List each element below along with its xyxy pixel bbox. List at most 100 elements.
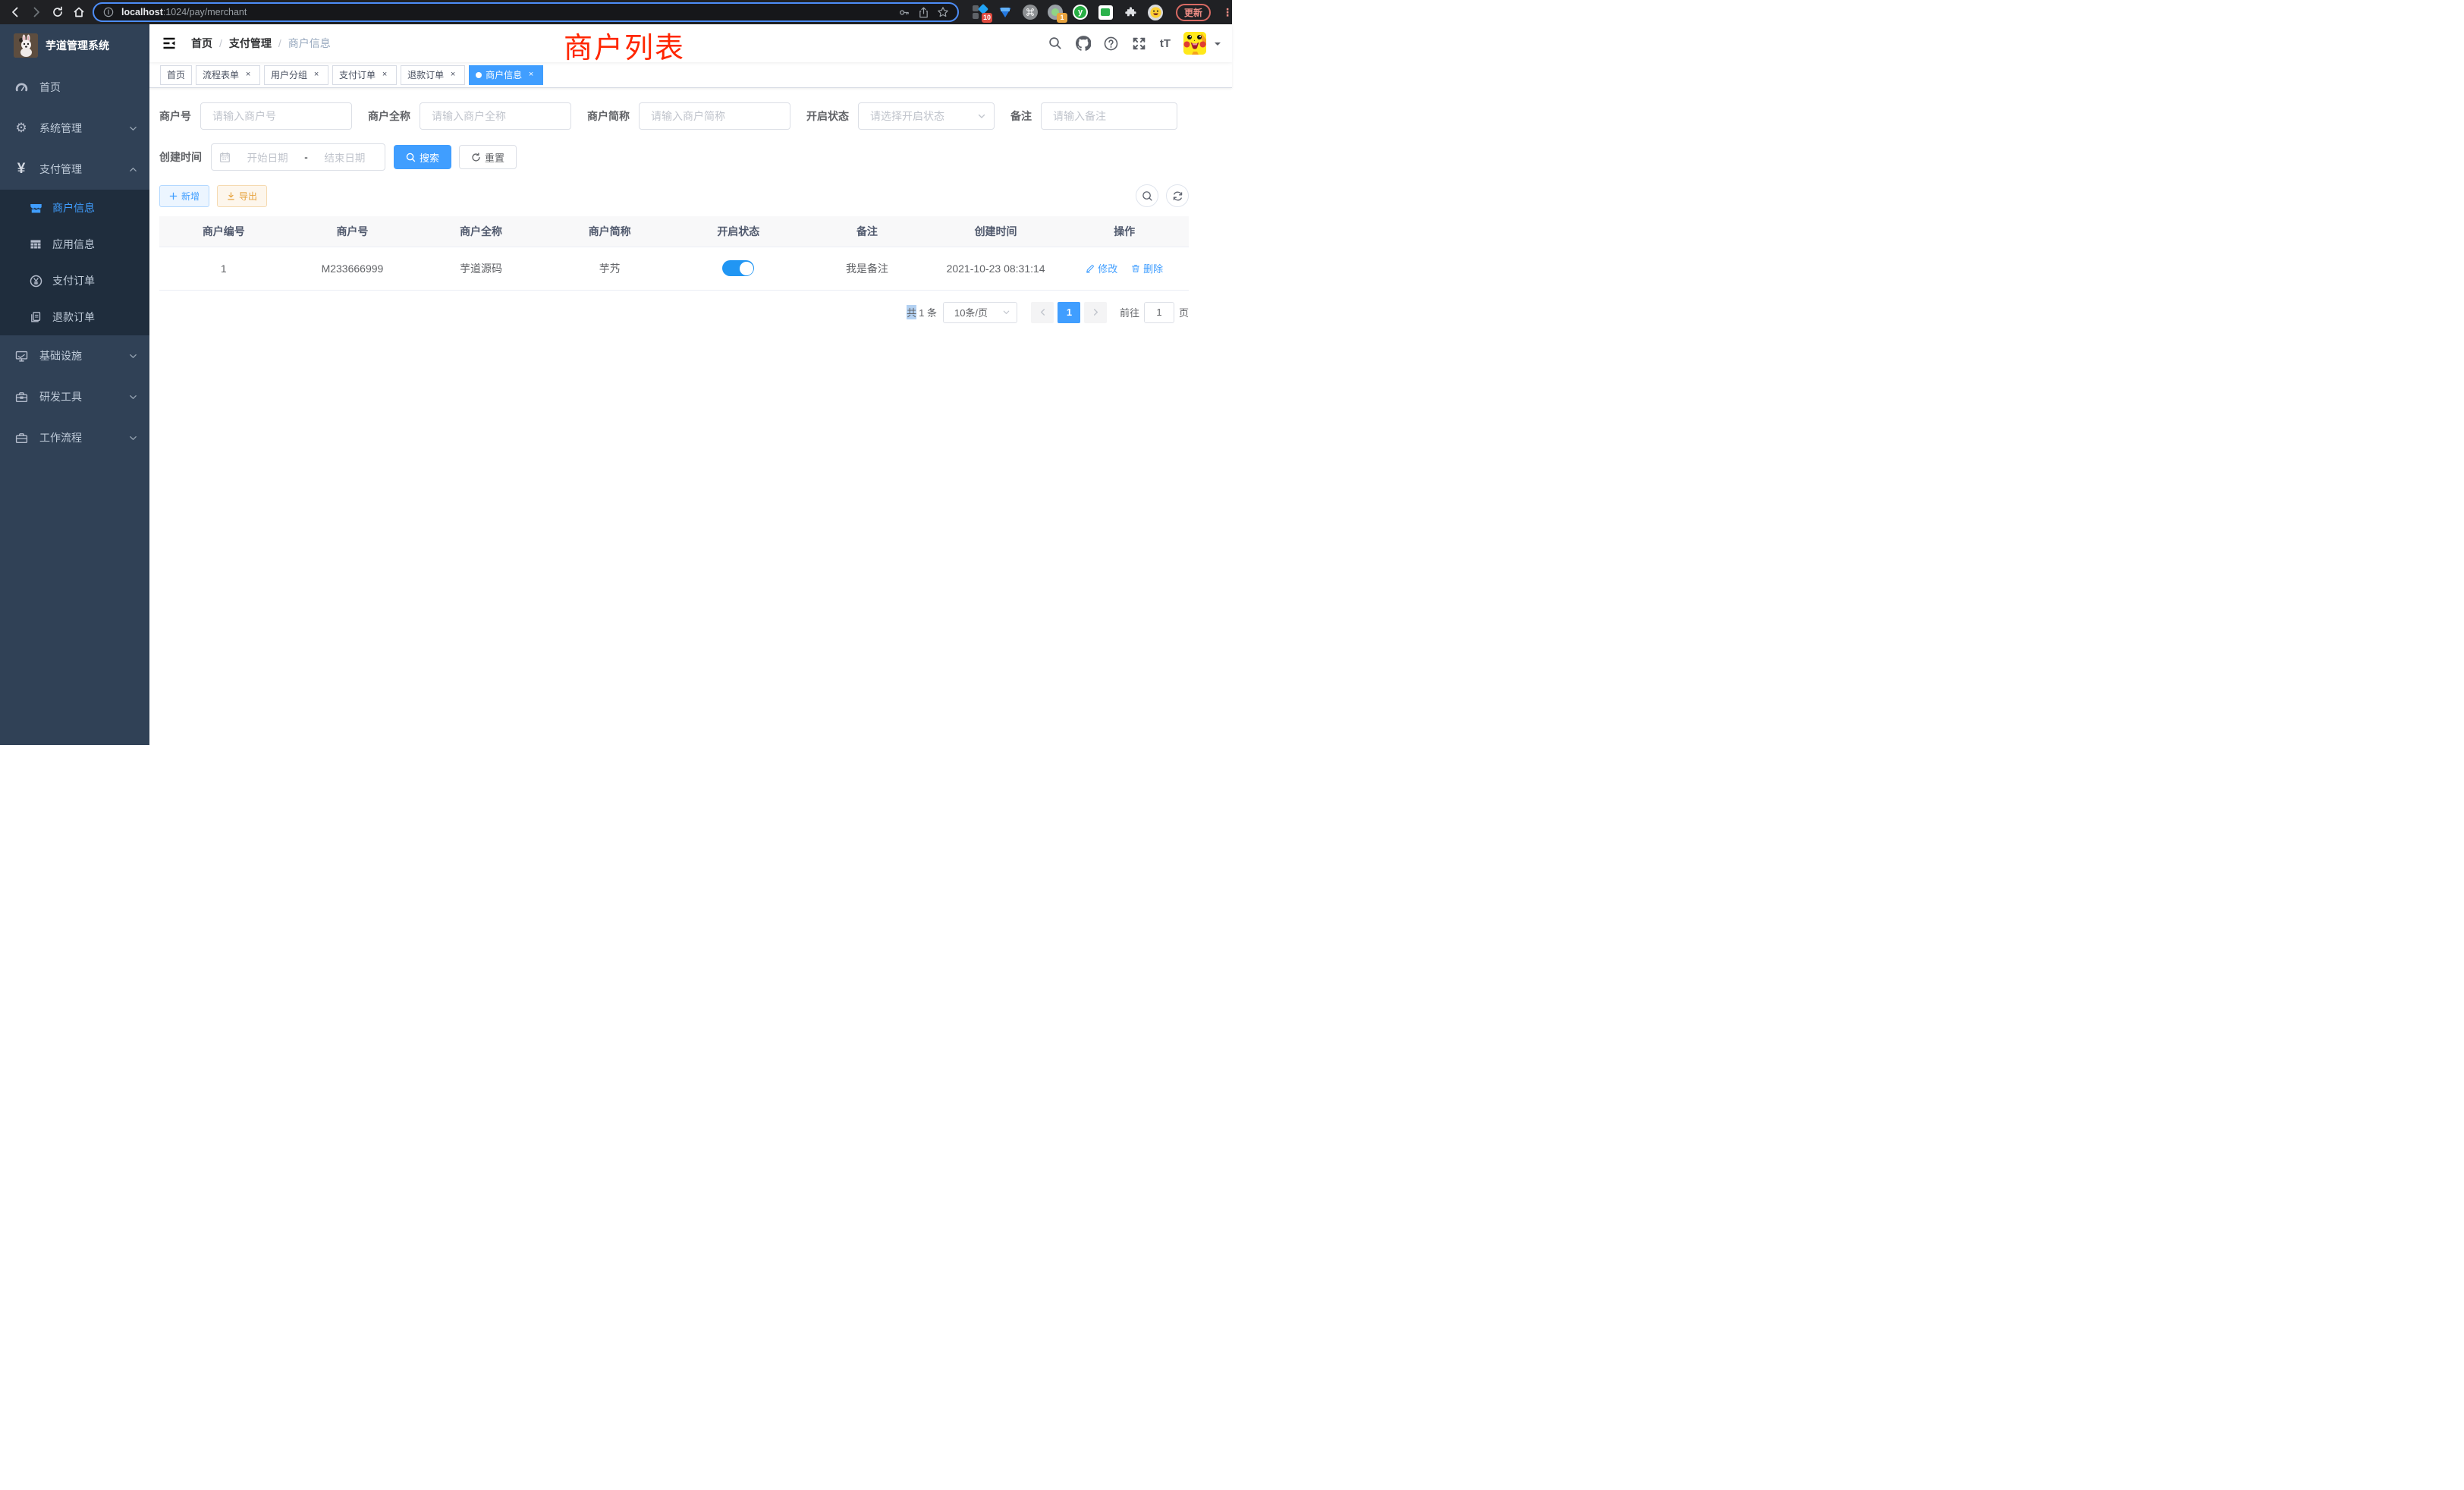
- breadcrumb-payment[interactable]: 支付管理: [229, 36, 272, 51]
- col-short-name: 商户简称: [545, 216, 674, 247]
- sidebar-item-dev-tools[interactable]: 研发工具: [0, 376, 149, 417]
- chevron-down-icon: [129, 124, 137, 133]
- user-avatar[interactable]: [1183, 32, 1206, 55]
- dashboard-icon: [14, 80, 29, 95]
- browser-toolbar: localhost:1024/pay/merchant 10 1 y: [0, 0, 1232, 24]
- pagination-total: 共 1 条: [907, 305, 937, 319]
- prev-page-icon[interactable]: [1031, 302, 1054, 323]
- tab-home[interactable]: 首页: [160, 65, 192, 85]
- tab-pay-orders[interactable]: 支付订单 ×: [332, 65, 397, 85]
- sidebar-item-pay-orders[interactable]: 支付订单: [0, 262, 149, 299]
- sidebar-item-payment[interactable]: ¥ 支付管理: [0, 149, 149, 190]
- short-name-input[interactable]: [639, 102, 790, 130]
- sidebar-item-label: 应用信息: [52, 237, 95, 252]
- delete-link[interactable]: 删除: [1131, 261, 1163, 275]
- site-info-icon[interactable]: [102, 5, 115, 19]
- extension-y-letter: y: [1074, 6, 1086, 18]
- goto-page-input[interactable]: [1144, 302, 1174, 323]
- extension-chat-icon[interactable]: [1098, 5, 1113, 20]
- export-button[interactable]: 导出: [217, 185, 267, 207]
- filter-status: 开启状态 请选择开启状态: [806, 102, 995, 130]
- url-path: :1024/pay/merchant: [163, 7, 247, 17]
- sidebar-item-system[interactable]: ⚙ 系统管理: [0, 108, 149, 149]
- tags-view-bar: 首页 流程表单 × 用户分组 × 支付订单 × 退款订单 × 商户信息 ×: [149, 62, 1232, 88]
- pagination: 共 1 条 10条/页 1 前往: [159, 302, 1189, 323]
- extension-badge: 1: [1057, 13, 1067, 23]
- close-icon[interactable]: ×: [448, 70, 458, 80]
- breadcrumb: 首页 / 支付管理 / 商户信息: [191, 36, 331, 51]
- browser-reload-icon[interactable]: [50, 5, 65, 20]
- date-start-placeholder: 开始日期: [235, 149, 300, 165]
- share-icon[interactable]: [916, 5, 930, 19]
- download-icon: [227, 192, 235, 200]
- search-button[interactable]: 搜索: [394, 145, 451, 169]
- sidebar-item-refund-orders[interactable]: 退款订单: [0, 299, 149, 335]
- filter-short-name: 商户简称: [587, 102, 790, 130]
- cell-merchant-no: M233666999: [288, 247, 417, 290]
- font-size-icon[interactable]: tT: [1160, 37, 1171, 50]
- browser-menu-kebab-icon[interactable]: ⋮: [1222, 6, 1233, 19]
- extension-y-icon[interactable]: y: [1073, 5, 1088, 20]
- merchant-no-input[interactable]: [200, 102, 352, 130]
- refresh-table-icon[interactable]: [1166, 184, 1189, 207]
- tab-merchant-info[interactable]: 商户信息 ×: [469, 65, 543, 85]
- browser-home-icon[interactable]: [71, 5, 86, 20]
- sidebar-item-app-info[interactable]: 应用信息: [0, 226, 149, 262]
- fullscreen-icon[interactable]: [1132, 36, 1147, 51]
- sidebar-item-label: 研发工具: [39, 389, 82, 404]
- remark-input[interactable]: [1041, 102, 1177, 130]
- full-name-input[interactable]: [420, 102, 571, 130]
- add-button[interactable]: 新增: [159, 185, 209, 207]
- filter-label: 商户简称: [587, 108, 630, 124]
- extension-pin-icon[interactable]: [998, 5, 1013, 20]
- col-create-time: 创建时间: [932, 216, 1061, 247]
- close-icon[interactable]: ×: [311, 70, 322, 80]
- pagination-total-highlighted: 共: [907, 305, 916, 319]
- tab-refund-orders[interactable]: 退款订单 ×: [401, 65, 465, 85]
- browser-back-icon[interactable]: [8, 5, 23, 20]
- chevron-down-icon: [1002, 308, 1010, 316]
- breadcrumb-home[interactable]: 首页: [191, 36, 212, 51]
- bookmark-star-icon[interactable]: [936, 5, 950, 19]
- close-icon[interactable]: ×: [243, 70, 253, 80]
- address-bar[interactable]: localhost:1024/pay/merchant: [93, 2, 959, 22]
- extensions-puzzle-icon[interactable]: [1123, 5, 1138, 20]
- extension-design-tool-icon[interactable]: 10: [973, 5, 988, 20]
- breadcrumb-separator: /: [278, 37, 281, 49]
- date-range-picker[interactable]: 开始日期 - 结束日期: [211, 143, 385, 171]
- browser-profile-avatar[interactable]: [1148, 5, 1163, 20]
- sidebar-collapse-icon[interactable]: [161, 35, 178, 52]
- active-dot-icon: [476, 72, 482, 78]
- tab-process-form[interactable]: 流程表单 ×: [196, 65, 260, 85]
- sidebar-item-infrastructure[interactable]: 基础设施: [0, 335, 149, 376]
- breadcrumb-merchant-info: 商户信息: [288, 36, 331, 51]
- toggle-search-icon[interactable]: [1136, 184, 1158, 207]
- avatar-caret-icon[interactable]: [1215, 42, 1221, 49]
- status-select[interactable]: 请选择开启状态: [858, 102, 995, 130]
- filter-label: 商户号: [159, 108, 191, 124]
- reset-button[interactable]: 重置: [459, 145, 517, 169]
- cell-status: [674, 247, 803, 290]
- sidebar-item-home[interactable]: 首页: [0, 67, 149, 108]
- sidebar-item-workflow[interactable]: 工作流程: [0, 417, 149, 458]
- next-page-icon[interactable]: [1084, 302, 1107, 323]
- tab-user-group[interactable]: 用户分组 ×: [264, 65, 328, 85]
- page-size-select[interactable]: 10条/页: [943, 302, 1017, 323]
- help-icon[interactable]: [1104, 36, 1119, 51]
- status-toggle[interactable]: [722, 260, 754, 276]
- header-search-icon[interactable]: [1048, 36, 1063, 51]
- close-icon[interactable]: ×: [526, 70, 536, 80]
- password-key-icon[interactable]: [897, 5, 910, 19]
- browser-update-button[interactable]: 更新: [1176, 4, 1211, 21]
- extension-badge: 10: [982, 13, 992, 23]
- sidebar-item-merchant-info[interactable]: 商户信息: [0, 190, 149, 226]
- browser-forward-icon[interactable]: [29, 5, 44, 20]
- github-icon[interactable]: [1076, 36, 1091, 51]
- sidebar-logo-row[interactable]: 芋道管理系统: [0, 24, 149, 67]
- page-number-1[interactable]: 1: [1058, 302, 1080, 323]
- edit-link[interactable]: 修改: [1086, 261, 1117, 275]
- extension-command-icon[interactable]: [1023, 5, 1038, 20]
- goto-prefix: 前往: [1120, 305, 1139, 319]
- close-icon[interactable]: ×: [379, 70, 390, 80]
- extension-recorder-icon[interactable]: 1: [1048, 5, 1063, 20]
